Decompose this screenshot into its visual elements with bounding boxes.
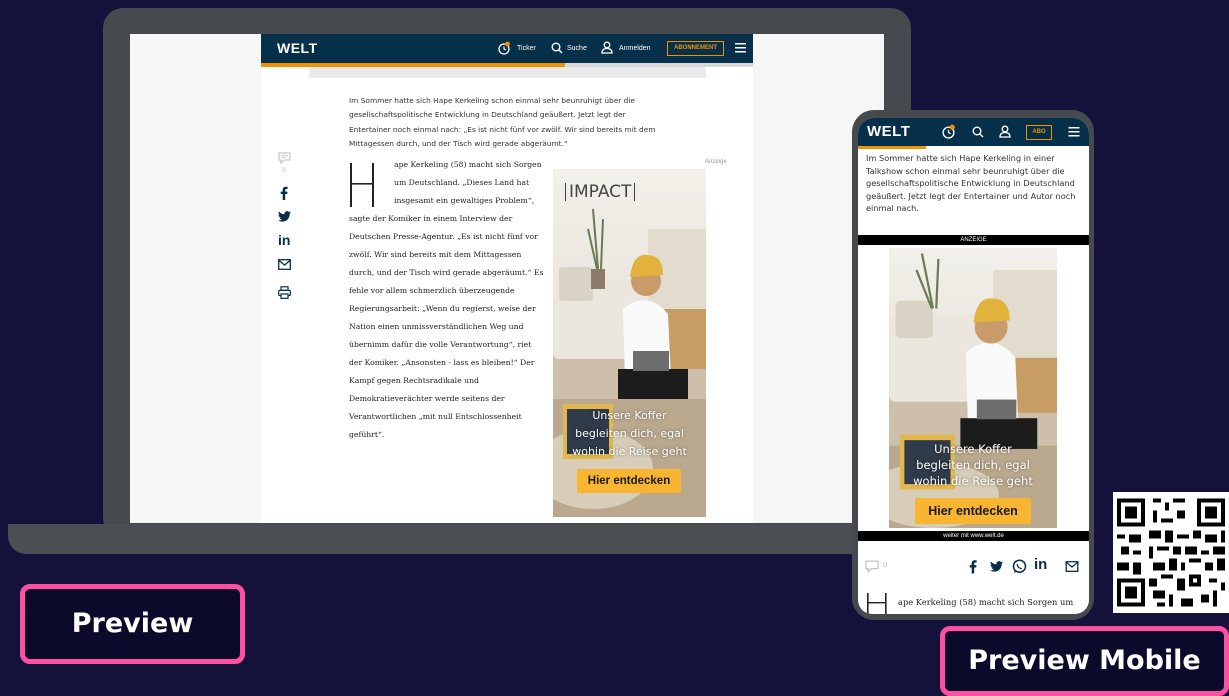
body-line: Verantwortlichen „mit null Entschlossenh… bbox=[349, 412, 522, 421]
comment-count: 0 bbox=[282, 167, 286, 174]
facebook-icon[interactable] bbox=[969, 559, 977, 574]
subscribe-button[interactable]: ABO bbox=[1026, 125, 1052, 140]
image-caption-strip bbox=[309, 67, 706, 78]
ad-banner[interactable]: IMPACT Unsere Koffer begleiten dich, ega… bbox=[553, 169, 706, 517]
body-line: geführt“. bbox=[349, 430, 385, 439]
desktop-preview-screen: WELT Ticker Suche Anmelden ABONNEMENT Im… bbox=[130, 34, 884, 523]
ad-illustration bbox=[553, 208, 706, 517]
article-page: WELT Ticker Suche Anmelden ABONNEMENT Im… bbox=[261, 34, 753, 523]
subscribe-button[interactable]: ABONNEMENT bbox=[667, 41, 724, 56]
drop-cap-h bbox=[867, 593, 887, 614]
ad-cta-button[interactable]: Hier entdecken bbox=[915, 498, 1031, 524]
body-line: der Komiker. „Ansonsten - lass es bleibe… bbox=[349, 358, 535, 367]
comment-count: 0 bbox=[883, 561, 888, 569]
menu-icon[interactable] bbox=[735, 43, 746, 53]
comment-icon[interactable] bbox=[865, 560, 879, 573]
twitter-icon[interactable] bbox=[278, 211, 291, 222]
article-intro: Im Sommer hatte sich Hape Kerkeling scho… bbox=[349, 96, 656, 149]
ad-headline-1: Unsere Koffer bbox=[592, 409, 667, 422]
email-icon[interactable] bbox=[278, 259, 291, 270]
welt-logo[interactable]: WELT bbox=[867, 123, 910, 140]
search-icon[interactable] bbox=[551, 42, 563, 54]
welt-logo[interactable]: WELT bbox=[277, 40, 318, 56]
reading-progress-bar bbox=[858, 146, 926, 149]
search-icon[interactable] bbox=[972, 126, 984, 138]
qr-code[interactable] bbox=[1113, 492, 1229, 613]
user-icon[interactable] bbox=[601, 41, 613, 54]
ad-brand-logo: IMPACT bbox=[565, 183, 636, 201]
article-intro: Im Sommer hatte sich Hape Kerkeling in e… bbox=[866, 153, 1076, 214]
ad-headline-2: begleiten dich, egal bbox=[575, 427, 684, 440]
preview-mobile-button[interactable]: Preview Mobile bbox=[940, 626, 1229, 696]
share-bar: 0 in bbox=[858, 546, 1089, 586]
body-line: fehle vor allem schmerzlich überzeugende bbox=[349, 286, 515, 295]
ad-label: Anzeige bbox=[705, 159, 727, 165]
body-line: ape Kerkeling (58) macht sich Sorgen bbox=[394, 160, 542, 169]
body-line: sagte der Komiker in einem Interview der bbox=[349, 214, 513, 223]
email-icon[interactable] bbox=[1065, 561, 1079, 572]
body-line: zwölf. Wir sind bereits mit dem Mittages… bbox=[349, 250, 522, 259]
ad-label-bar: ANZEIGE bbox=[858, 235, 1089, 245]
mobile-preview-screen: WELT ABO Im Sommer hatte sich Hape Kerke… bbox=[858, 118, 1089, 614]
ad-headline-3: wohin die Reise geht bbox=[572, 445, 687, 458]
continue-bar[interactable]: weiter mit www.welt.de bbox=[858, 531, 1089, 541]
body-line: Kampf gegen Rechtsradikale und bbox=[349, 376, 479, 385]
menu-icon[interactable] bbox=[1068, 127, 1080, 137]
print-icon[interactable] bbox=[278, 286, 291, 299]
body-line: Nation einen unmissverständlichen Weg un… bbox=[349, 322, 524, 331]
body-line: Deutschen Presse-Agentur. „Es ist nicht … bbox=[349, 232, 538, 241]
body-line: um Deutschland. „Dieses Land hat bbox=[394, 178, 530, 187]
linkedin-icon[interactable]: in bbox=[1034, 556, 1047, 573]
ticker-icon[interactable] bbox=[497, 41, 511, 55]
welt-navbar-mobile: WELT ABO bbox=[858, 118, 1089, 146]
body-line: durch, und der Tisch wird gerade abgeräu… bbox=[349, 268, 544, 277]
facebook-icon[interactable] bbox=[280, 186, 288, 200]
linkedin-icon[interactable]: in bbox=[278, 232, 290, 248]
login-link[interactable]: Anmelden bbox=[619, 45, 651, 52]
user-icon[interactable] bbox=[999, 125, 1011, 138]
drop-cap-h bbox=[350, 163, 374, 207]
search-link[interactable]: Suche bbox=[567, 45, 587, 52]
ticker-icon[interactable] bbox=[941, 124, 956, 139]
body-line: ape Kerkeling (58) macht sich Sorgen um bbox=[898, 597, 1074, 607]
ticker-link[interactable]: Ticker bbox=[517, 45, 536, 52]
ad-headline-2: begleiten dich, egal bbox=[916, 458, 1030, 472]
comment-icon[interactable] bbox=[278, 152, 291, 164]
ad-banner[interactable]: Unsere Koffer begleiten dich, egal wohin… bbox=[889, 248, 1057, 528]
body-line: Regierungsarbeit: „Wenn du regierst, wei… bbox=[349, 304, 536, 313]
welt-navbar: WELT Ticker Suche Anmelden ABONNEMENT bbox=[261, 34, 753, 63]
ad-headline-3: wohin die Reise geht bbox=[913, 474, 1033, 488]
body-line: übernimm dafür die volle Verantwortung“,… bbox=[349, 340, 532, 349]
whatsapp-icon[interactable] bbox=[1012, 559, 1027, 574]
body-line: Demokratieverächter werde seitens der bbox=[349, 394, 505, 403]
ad-cta-button[interactable]: Hier entdecken bbox=[577, 469, 681, 493]
twitter-icon[interactable] bbox=[990, 561, 1003, 572]
preview-button[interactable]: Preview bbox=[20, 584, 245, 664]
body-line: insgesamt ein gewaltiges Problem“, bbox=[394, 196, 535, 205]
ad-headline-1: Unsere Koffer bbox=[934, 442, 1012, 456]
